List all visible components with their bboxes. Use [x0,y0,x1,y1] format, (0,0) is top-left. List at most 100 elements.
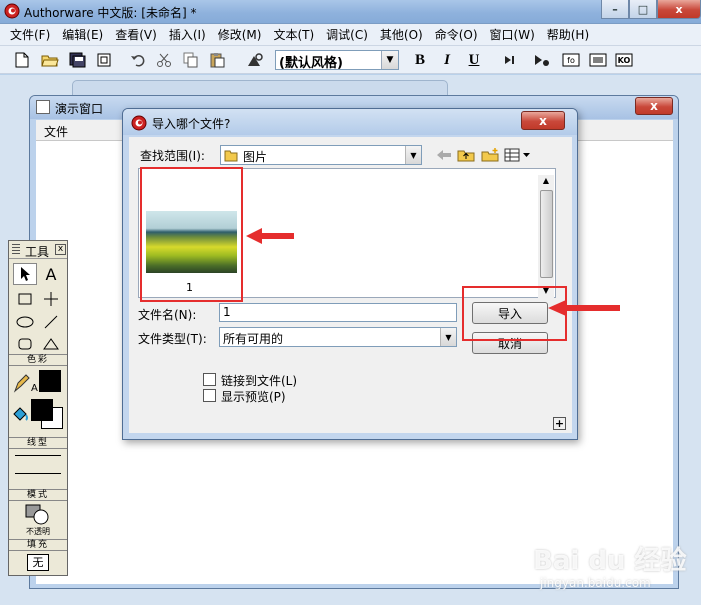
menu-insert[interactable]: 插入(I) [163,26,212,43]
link-to-file-checkbox[interactable] [203,373,216,386]
close-icon: x [650,99,658,113]
polygon-tool-icon[interactable] [39,333,63,355]
fill-foreground-color-swatch[interactable] [31,399,53,421]
scroll-up-icon[interactable]: ▲ [539,176,553,186]
underline-button[interactable]: U [465,51,483,69]
authorware-logo-icon [131,115,147,131]
menu-file[interactable]: 文件(F) [4,26,56,43]
line-style-thin[interactable] [15,455,61,456]
look-in-select[interactable]: 图片 ▼ [220,145,422,165]
fill-bucket-icon[interactable] [11,405,31,425]
chevron-down-icon[interactable]: ▼ [440,328,456,346]
thumbnail-highlight-box [140,167,243,302]
presentation-menu-file[interactable]: 文件 [44,123,68,140]
menu-modify[interactable]: 修改(M) [212,26,268,43]
annotation-arrow-import-icon [548,300,620,316]
find-icon[interactable] [245,51,265,69]
presentation-close-button[interactable]: x [635,97,673,115]
chevron-down-icon[interactable]: ▼ [381,51,398,69]
menu-command[interactable]: 命令(O) [429,26,484,43]
menu-view[interactable]: 查看(V) [109,26,163,43]
close-icon: x [675,2,683,16]
ellipse-tool-icon[interactable] [13,311,37,333]
close-icon: x [539,113,547,128]
up-folder-icon[interactable] [455,146,477,164]
new-icon[interactable] [12,51,32,69]
filename-input[interactable]: 1 [219,303,457,322]
style-select-value: (默认风格) [279,56,343,71]
minimize-button[interactable]: – [601,0,629,19]
functions-icon[interactable]: fo [561,51,581,69]
dialog-titlebar[interactable]: 导入哪个文件? x [123,109,577,135]
scrollbar-thumb[interactable] [540,190,553,278]
line-section-label: 线型 [9,437,67,449]
menu-edit[interactable]: 编辑(E) [56,26,109,43]
mode-icon[interactable] [25,504,51,526]
grip-icon[interactable] [12,244,20,256]
chevron-down-icon[interactable]: ▼ [405,146,421,164]
line-tool-icon[interactable] [39,311,63,333]
fill-pattern-button[interactable]: 无 [27,554,49,571]
app-titlebar: Authorware 中文版: [未命名] * [0,0,701,24]
import-icon[interactable] [94,51,114,69]
presentation-window-title: 演示窗口 [55,102,104,116]
mode-section-label: 模式 [9,489,67,501]
restart-icon[interactable] [500,51,520,69]
view-menu-icon[interactable] [503,146,533,164]
rounded-rectangle-tool-icon[interactable] [13,333,37,355]
new-folder-icon[interactable] [479,146,501,164]
menu-debug[interactable]: 调试(C) [320,26,374,43]
filetype-select[interactable]: 所有可用的 ▼ [219,327,457,347]
save-all-icon[interactable] [68,51,88,69]
text-tool-icon[interactable]: A [39,263,63,285]
maximize-button[interactable]: □ [629,0,657,19]
minimize-icon: – [612,2,618,16]
control-panel-icon[interactable] [532,51,552,69]
filename-value: 1 [223,305,231,319]
paste-icon[interactable] [207,51,227,69]
filetype-value: 所有可用的 [223,332,284,346]
app-title: Authorware 中文版: [未命名] * [24,6,197,20]
annotation-arrow-left-icon [246,228,294,244]
bold-button[interactable]: B [411,51,429,69]
authorware-logo-icon [4,3,20,19]
italic-button[interactable]: I [438,51,456,69]
dialog-close-button[interactable]: x [521,111,565,130]
pen-color-icon[interactable]: A [13,373,38,394]
folder-icon [224,150,238,162]
foreground-color-swatch[interactable] [39,370,61,392]
filetype-label: 文件类型(T): [138,332,207,346]
variables-icon[interactable] [588,51,608,69]
tools-palette: 工具 x A 色彩 A 线型 模式 不透明 填充 无 [8,240,68,576]
menu-text[interactable]: 文本(T) [267,26,320,43]
dialog-title: 导入哪个文件? [152,117,231,131]
cut-icon[interactable] [154,51,174,69]
look-in-label: 查找范围(I): [140,149,205,163]
link-to-file-label: 链接到文件(L) [221,374,298,388]
close-button[interactable]: x [657,0,701,19]
undo-icon[interactable] [128,51,148,69]
menu-window[interactable]: 窗口(W) [484,26,541,43]
color-section-label: 色彩 [9,354,67,366]
menu-other[interactable]: 其他(O) [374,26,429,43]
open-icon[interactable] [40,51,60,69]
functions-label: fo [567,56,575,65]
rectangle-tool-icon[interactable] [13,288,37,310]
style-select[interactable]: (默认风格) ▼ [275,50,399,71]
copy-icon[interactable] [181,51,201,69]
crosshair-tool-icon[interactable] [39,288,63,310]
expand-button[interactable]: + [553,417,566,430]
tools-title: 工具 [25,245,50,259]
menu-help[interactable]: 帮助(H) [541,26,595,43]
knowledge-objects-label: KO [618,56,631,65]
line-style-medium[interactable] [15,473,61,474]
pointer-tool-icon[interactable] [13,263,37,285]
mode-value: 不透明 [26,527,50,536]
back-arrow-icon[interactable] [433,146,455,164]
knowledge-objects-icon[interactable]: KO [614,51,634,69]
tools-titlebar[interactable]: 工具 x [9,241,67,259]
tools-close-button[interactable]: x [55,244,66,255]
show-preview-checkbox[interactable] [203,389,216,402]
baidu-watermark-url: jingyan.baidu.com [540,576,651,590]
maximize-icon: □ [637,2,649,16]
